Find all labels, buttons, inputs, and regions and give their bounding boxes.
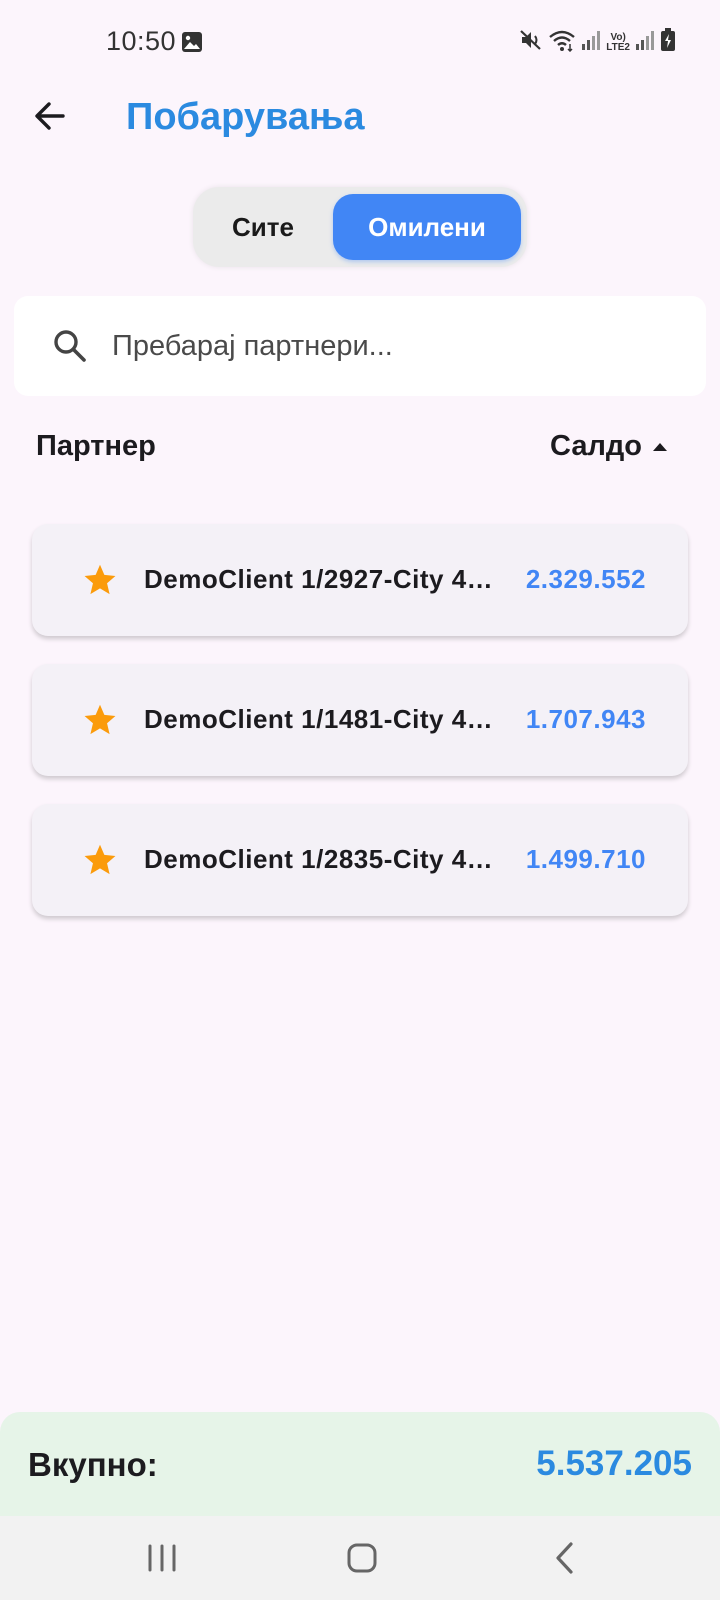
partner-name: DemoClient 1/2835-City 4…: [144, 844, 494, 874]
recent-apps-button[interactable]: [140, 1536, 184, 1580]
partner-name: DemoClient 1/1481-City 4…: [144, 704, 494, 734]
back-button[interactable]: [30, 96, 70, 136]
search-icon: [52, 328, 88, 364]
star-icon[interactable]: [82, 702, 118, 738]
wifi-icon: [548, 28, 576, 57]
star-icon[interactable]: [82, 562, 118, 598]
sort-ascending-icon: [653, 442, 667, 451]
gallery-notification-icon: [181, 31, 203, 58]
signal-2-icon: [635, 29, 655, 56]
list-item[interactable]: DemoClient 1/2927-City 4… 2.329.552: [32, 524, 688, 636]
total-bar: Вкупно: 5.537.205: [0, 1412, 720, 1516]
recent-apps-icon: [148, 1544, 176, 1572]
home-button[interactable]: [340, 1536, 384, 1580]
home-icon: [347, 1543, 377, 1573]
list-item[interactable]: DemoClient 1/1481-City 4… 1.707.943: [32, 664, 688, 776]
mute-icon: [519, 28, 543, 57]
partner-balance: 2.329.552: [525, 564, 646, 594]
partner-balance: 1.499.710: [525, 844, 646, 874]
total-label: Вкупно:: [28, 1446, 158, 1483]
toggle-favorites-button[interactable]: Омилени: [333, 194, 521, 260]
search-input[interactable]: [112, 329, 672, 363]
battery-charging-icon: [660, 28, 676, 57]
system-back-button[interactable]: [543, 1536, 587, 1580]
chevron-back-icon: [556, 1542, 573, 1574]
column-header-balance-label: Салдо: [550, 430, 642, 462]
status-bar: 10:50 Vo) LTE2: [0, 0, 720, 88]
app-bar: Побарувања: [0, 88, 720, 148]
signal-1-icon: [581, 29, 601, 56]
page-title: Побарувања: [126, 96, 365, 138]
star-icon[interactable]: [82, 842, 118, 878]
toggle-all-button[interactable]: Сите: [203, 194, 323, 260]
arrow-back-icon: [35, 102, 65, 130]
column-header-partner[interactable]: Партнер: [36, 430, 156, 463]
filter-toggle: Сите Омилени: [193, 187, 527, 267]
status-time: 10:50: [106, 26, 177, 56]
status-icons: Vo) LTE2: [519, 28, 676, 57]
partner-balance: 1.707.943: [525, 704, 646, 734]
system-nav-bar: [0, 1516, 720, 1600]
list-item[interactable]: DemoClient 1/2835-City 4… 1.499.710: [32, 804, 688, 916]
search-box: [14, 296, 706, 396]
partner-name: DemoClient 1/2927-City 4…: [144, 564, 494, 594]
partner-list: DemoClient 1/2927-City 4… 2.329.552 Demo…: [32, 524, 688, 944]
volte-lte2-icon: Vo) LTE2: [606, 31, 630, 53]
total-value: 5.537.205: [536, 1444, 692, 1483]
column-header-balance[interactable]: Салдо: [550, 430, 668, 463]
